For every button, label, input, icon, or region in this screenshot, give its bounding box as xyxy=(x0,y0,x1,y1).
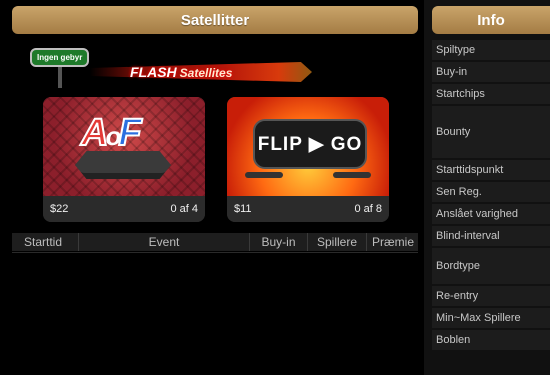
flash-satellites-banner: Ingen gebyr FLASH Satellites xyxy=(30,46,312,90)
info-row-bounty: Bounty xyxy=(432,106,550,158)
info-row-min-max-spillere: Min~Max Spillere xyxy=(432,308,550,328)
col-praemie[interactable]: Præmie xyxy=(366,233,419,251)
col-event[interactable]: Event xyxy=(78,233,249,251)
flash-text: FLASH Satellites xyxy=(130,62,232,83)
info-row-spiltype: Spiltype xyxy=(432,40,550,60)
info-row-re-entry: Re-entry xyxy=(432,286,550,306)
chain-right xyxy=(333,172,371,178)
table-header-line xyxy=(12,252,418,253)
col-buy-in[interactable]: Buy-in xyxy=(249,233,307,251)
info-header: Info xyxy=(432,6,550,34)
info-row-sen-reg: Sen Reg. xyxy=(432,182,550,202)
aof-price: $22 xyxy=(50,203,69,215)
satellites-label: Satellites xyxy=(179,66,233,80)
flip-go-card-art: FLIP ▶ GO xyxy=(227,97,389,196)
flip-go-card-footer: $11 0 af 8 xyxy=(227,196,389,222)
aof-logo: AoF xyxy=(80,112,143,154)
info-row-buy-in: Buy-in xyxy=(432,62,550,82)
no-fee-sign: Ingen gebyr xyxy=(30,48,90,67)
chain-left xyxy=(245,172,283,178)
info-row-blind-interval: Blind-interval xyxy=(432,226,550,246)
info-row-anslaaet-varighed: Anslået varighed xyxy=(432,204,550,224)
flip-go-satellite-card[interactable]: FLIP ▶ GO $11 0 af 8 xyxy=(227,97,389,222)
flip-go-price: $11 xyxy=(234,203,252,215)
flip-go-player-count: 0 af 8 xyxy=(354,203,382,215)
info-row-bordtype: Bordtype xyxy=(432,248,550,284)
col-spillere[interactable]: Spillere xyxy=(307,233,366,251)
aof-card-footer: $22 0 af 4 xyxy=(43,196,205,222)
info-row-starttidspunkt: Starttidspunkt xyxy=(432,160,550,180)
info-rows: Spiltype Buy-in Startchips Bounty Startt… xyxy=(432,40,550,352)
info-row-startchips: Startchips xyxy=(432,84,550,104)
satellites-header: Satellitter xyxy=(12,6,418,34)
aof-card-art: AoF xyxy=(43,97,205,196)
satellites-panel: Satellitter Ingen gebyr FLASH Satellites … xyxy=(0,0,424,375)
satellites-title: Satellitter xyxy=(180,11,250,29)
info-title: Info xyxy=(477,11,505,29)
aof-player-count: 0 af 4 xyxy=(170,203,198,215)
col-starttid[interactable]: Starttid xyxy=(24,233,62,251)
aof-satellite-card[interactable]: AoF $22 0 af 4 xyxy=(43,97,205,222)
flash-label: FLASH xyxy=(130,64,177,80)
info-row-boblen: Boblen xyxy=(432,330,550,350)
flip-go-logo: FLIP ▶ GO xyxy=(253,119,367,169)
satellites-table-header: Starttid Event Buy-in Spillere Præmie xyxy=(12,233,419,253)
